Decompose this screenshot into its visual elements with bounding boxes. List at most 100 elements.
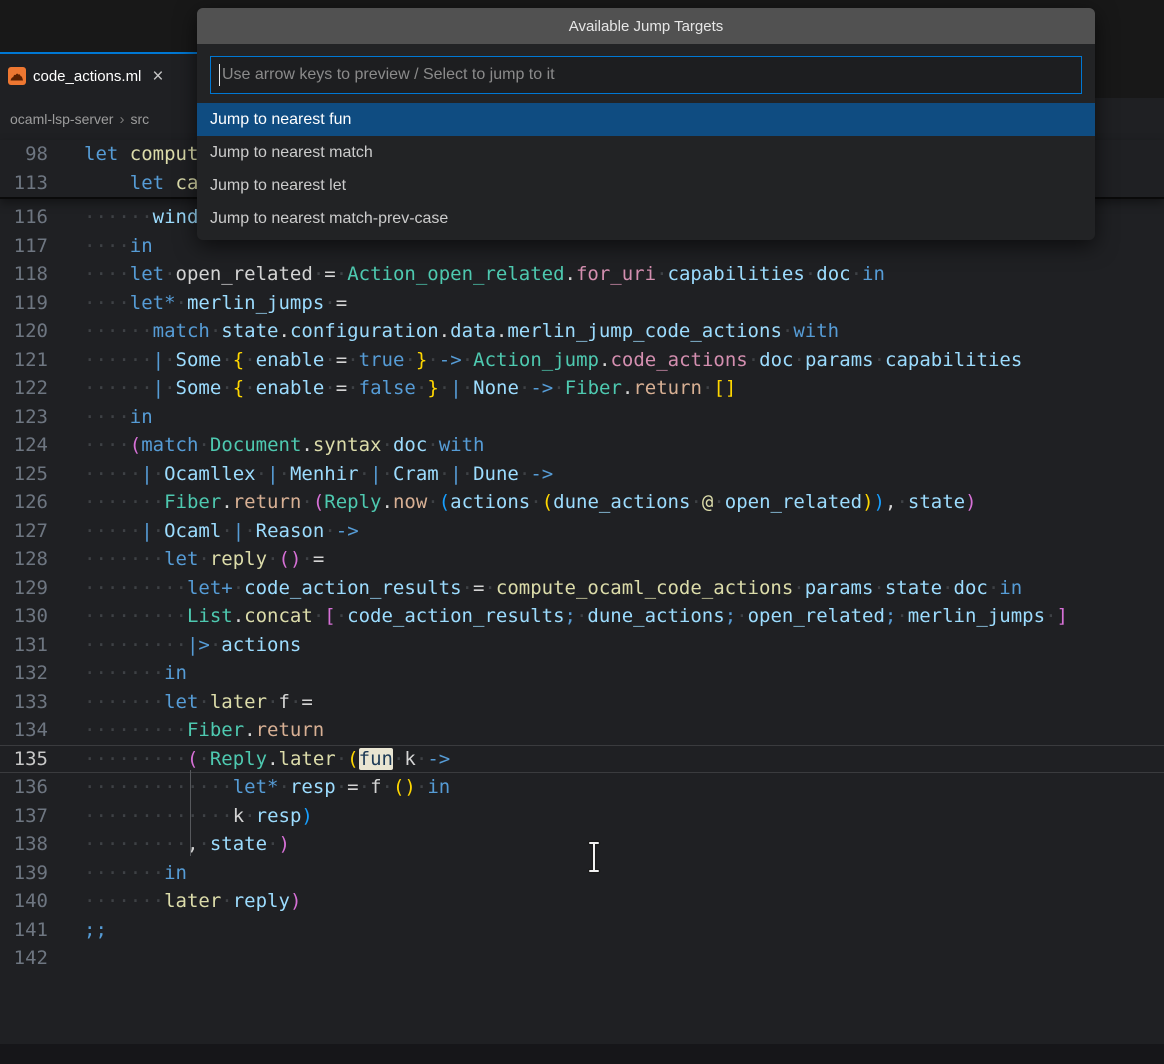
line-number: 137 <box>0 802 84 831</box>
code-line-text: ·······in <box>84 859 187 888</box>
code-line-text: ····in <box>84 403 153 432</box>
line-number: 121 <box>0 346 84 375</box>
code-line[interactable]: 119····let*·merlin_jumps·= <box>0 289 1164 318</box>
line-number: 138 <box>0 830 84 859</box>
line-number: 129 <box>0 574 84 603</box>
tab-label: code_actions.ml <box>33 68 141 85</box>
line-number: 98 <box>0 140 84 169</box>
breadcrumb-item-folder[interactable]: src <box>130 111 149 127</box>
code-line[interactable]: 122······|·Some·{·enable·=·false·}·|·Non… <box>0 374 1164 403</box>
line-number: 117 <box>0 232 84 261</box>
code-line-text: ······|·Some·{·enable·=·false·}·|·None·-… <box>84 374 736 403</box>
code-line[interactable]: 132·······in <box>0 659 1164 688</box>
code-line-text: ······match·state.configuration.data.mer… <box>84 317 839 346</box>
line-number: 135 <box>0 745 84 774</box>
code-line[interactable]: 138·········,·state·) <box>0 830 1164 859</box>
line-number: 141 <box>0 916 84 945</box>
code-line-text: ·········,·state·) <box>84 830 290 859</box>
line-number: 128 <box>0 545 84 574</box>
code-line-text: ····let*·merlin_jumps·= <box>84 289 347 318</box>
text-caret <box>219 64 220 86</box>
code-line-text: ·········List.concat·[·code_action_resul… <box>84 602 1068 631</box>
code-line-text: ·····|·Ocaml·|·Reason·-> <box>84 517 359 546</box>
code-line-text: ····in <box>84 232 153 261</box>
line-number: 134 <box>0 716 84 745</box>
code-line-text: ·······let·later·f·= <box>84 688 313 717</box>
line-number: 123 <box>0 403 84 432</box>
code-line-text: let comput <box>84 140 198 169</box>
code-editor[interactable]: 116······wind117····in118····let·open_re… <box>0 203 1164 973</box>
code-line[interactable]: 142 <box>0 944 1164 973</box>
line-number: 127 <box>0 517 84 546</box>
code-line[interactable]: 131·········|>·actions <box>0 631 1164 660</box>
jump-target-option[interactable]: Jump to nearest let <box>197 169 1095 202</box>
code-line-text: ;; <box>84 916 107 945</box>
jump-target-list: Jump to nearest funJump to nearest match… <box>197 103 1095 235</box>
code-line-text: ·······later·reply) <box>84 887 301 916</box>
code-line[interactable]: 123····in <box>0 403 1164 432</box>
quick-pick-placeholder: Use arrow keys to preview / Select to ju… <box>222 66 555 84</box>
code-line-text: ·········(·Reply.later·(fun·k·-> <box>84 745 450 774</box>
code-line[interactable]: 140·······later·reply) <box>0 887 1164 916</box>
vscode-window: code_actions.ml × ocaml-lsp-server › src… <box>0 0 1164 1064</box>
code-line-text: ····let·open_related·=·Action_open_relat… <box>84 260 885 289</box>
tab-code-actions[interactable]: code_actions.ml × <box>0 52 197 98</box>
jump-target-option[interactable]: Jump to nearest match <box>197 136 1095 169</box>
code-line-text: ······wind <box>84 203 198 232</box>
line-number: 120 <box>0 317 84 346</box>
quick-pick-title: Available Jump Targets <box>197 8 1095 44</box>
code-line-text: let ca <box>84 169 198 198</box>
code-line[interactable]: 129·········let+·code_action_results·=·c… <box>0 574 1164 603</box>
code-line-text: ·······let·reply·()·= <box>84 545 324 574</box>
line-number: 118 <box>0 260 84 289</box>
line-number: 116 <box>0 203 84 232</box>
line-number: 136 <box>0 773 84 802</box>
code-line[interactable]: 120······match·state.configuration.data.… <box>0 317 1164 346</box>
breadcrumb-item-project[interactable]: ocaml-lsp-server <box>10 111 113 127</box>
code-line-text: ·········let+·code_action_results·=·comp… <box>84 574 1022 603</box>
jump-target-option[interactable]: Jump to nearest fun <box>197 103 1095 136</box>
code-line[interactable]: 134·········Fiber.return <box>0 716 1164 745</box>
code-line[interactable]: 137·············k·resp) <box>0 802 1164 831</box>
line-number: 130 <box>0 602 84 631</box>
line-number: 119 <box>0 289 84 318</box>
window-bottom-edge <box>0 1044 1164 1064</box>
code-line[interactable]: 126·······Fiber.return·(Reply.now·(actio… <box>0 488 1164 517</box>
code-line[interactable]: 130·········List.concat·[·code_action_re… <box>0 602 1164 631</box>
code-line[interactable]: 136·············let*·resp·=·f·()·in <box>0 773 1164 802</box>
code-line-text: ·············k·resp) <box>84 802 313 831</box>
line-number: 142 <box>0 944 84 973</box>
jump-target-option[interactable]: Jump to nearest match-prev-case <box>197 202 1095 235</box>
code-line[interactable]: 141;; <box>0 916 1164 945</box>
code-line[interactable]: 125·····|·Ocamllex·|·Menhir·|·Cram·|·Dun… <box>0 460 1164 489</box>
quick-pick-input[interactable]: Use arrow keys to preview / Select to ju… <box>210 56 1082 94</box>
code-line[interactable]: 121······|·Some·{·enable·=·true·}·->·Act… <box>0 346 1164 375</box>
code-line[interactable]: 128·······let·reply·()·= <box>0 545 1164 574</box>
code-line-text: ······|·Some·{·enable·=·true·}·->·Action… <box>84 346 1022 375</box>
breadcrumb-chevron-icon: › <box>119 111 124 128</box>
code-line[interactable]: 118····let·open_related·=·Action_open_re… <box>0 260 1164 289</box>
mouse-ibeam-cursor <box>586 840 602 879</box>
breadcrumb: ocaml-lsp-server › src <box>0 98 207 140</box>
code-line-text: ·············let*·resp·=·f·()·in <box>84 773 450 802</box>
code-line[interactable]: 139·······in <box>0 859 1164 888</box>
line-number: 131 <box>0 631 84 660</box>
line-number: 126 <box>0 488 84 517</box>
code-line-text: ····(match·Document.syntax·doc·with <box>84 431 484 460</box>
code-line[interactable]: 133·······let·later·f·= <box>0 688 1164 717</box>
line-number: 122 <box>0 374 84 403</box>
ocaml-file-icon <box>8 67 26 85</box>
quick-pick-dialog: Available Jump Targets Use arrow keys to… <box>197 8 1095 240</box>
line-number: 113 <box>0 169 84 198</box>
code-line[interactable]: 135·········(·Reply.later·(fun·k·-> <box>0 745 1164 774</box>
code-line[interactable]: 127·····|·Ocaml·|·Reason·-> <box>0 517 1164 546</box>
code-line-text: ·······in <box>84 659 187 688</box>
code-line-text: ·········|>·actions <box>84 631 301 660</box>
code-line-text: ·······Fiber.return·(Reply.now·(actions·… <box>84 488 977 517</box>
line-number: 132 <box>0 659 84 688</box>
line-number: 124 <box>0 431 84 460</box>
code-line[interactable]: 124····(match·Document.syntax·doc·with <box>0 431 1164 460</box>
tab-close-icon[interactable]: × <box>152 67 163 86</box>
code-line-text: ·····|·Ocamllex·|·Menhir·|·Cram·|·Dune·-… <box>84 460 553 489</box>
indent-guide <box>190 770 191 856</box>
